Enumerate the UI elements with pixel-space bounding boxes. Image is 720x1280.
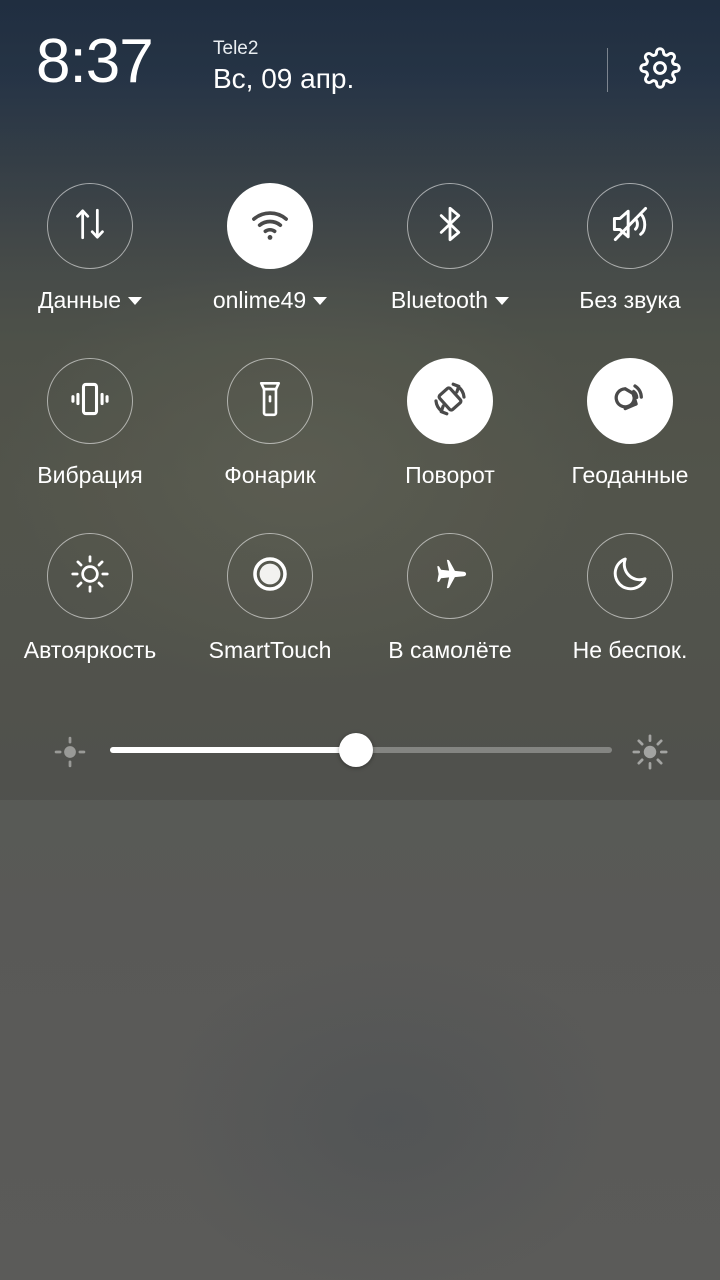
tile-icon-circle <box>47 358 133 444</box>
tile-mute[interactable]: Без звука <box>540 176 720 351</box>
tile-icon-circle <box>407 358 493 444</box>
bluetooth-icon <box>429 203 471 250</box>
tile-label: Вибрация <box>37 462 143 488</box>
tile-icon-circle <box>587 183 673 269</box>
brightness-low-icon <box>48 730 92 774</box>
tile-label-row: Автояркость <box>24 638 157 662</box>
tile-label-row: В самолёте <box>388 638 511 662</box>
tile-label: Поворот <box>405 462 495 488</box>
tile-label-row: SmartTouch <box>209 638 332 662</box>
volume-mute-icon <box>608 202 652 251</box>
tile-location[interactable]: Геоданные <box>540 351 720 526</box>
smarttouch-icon <box>245 549 295 604</box>
brightness-slider-thumb[interactable] <box>338 733 373 767</box>
brightness-slider-fill <box>110 747 356 753</box>
tile-label-row: Поворот <box>405 463 495 487</box>
tile-vibration[interactable]: Вибрация <box>0 351 180 526</box>
quick-settings-grid: Данные onlime49 Bluetooth Без звука Вибр… <box>0 176 720 701</box>
wifi-icon <box>247 201 293 252</box>
status-header: 8:37 Tele2 Вс, 09 апр. <box>0 0 720 132</box>
screen-rotation-icon <box>426 375 474 428</box>
tile-row: Автояркость SmartTouch В самолёте Не бес… <box>0 526 720 701</box>
location-icon <box>607 376 653 427</box>
tile-label: Фонарик <box>224 462 316 488</box>
tile-label-row: Bluetooth <box>390 287 510 313</box>
tile-bluetooth[interactable]: Bluetooth <box>360 176 540 351</box>
brightness-high-icon <box>628 730 672 774</box>
tile-row: Данные onlime49 Bluetooth Без звука <box>0 176 720 351</box>
tile-label-row: Фонарик <box>224 463 315 487</box>
tile-label-row: Вибрация <box>37 463 142 487</box>
chevron-down-icon[interactable] <box>128 297 143 305</box>
tile-label-row: onlime49 <box>212 287 328 313</box>
tile-label-row: Без звука <box>579 288 680 312</box>
tile-icon-circle <box>407 533 493 619</box>
tile-mobile-data[interactable]: Данные <box>0 176 180 351</box>
tile-label: Bluetooth <box>390 287 489 313</box>
tile-label-row: Данные <box>37 287 143 313</box>
tile-icon-circle <box>587 533 673 619</box>
tile-icon-circle <box>587 358 673 444</box>
current-date: Вс, 09 апр. <box>213 63 355 94</box>
header-divider <box>607 48 608 92</box>
tile-label-row: Не беспок. <box>573 638 688 662</box>
tile-icon-circle <box>227 358 313 444</box>
brightness-slider[interactable] <box>110 733 612 767</box>
vibration-icon <box>67 376 113 427</box>
tile-label: SmartTouch <box>208 637 332 663</box>
moon-icon <box>608 552 652 601</box>
carrier-name: Tele2 <box>213 38 259 59</box>
tile-wifi[interactable]: onlime49 <box>180 176 360 351</box>
brightness-auto-icon <box>68 552 112 601</box>
gear-icon <box>639 46 681 94</box>
notification-shade: 8:37 Tele2 Вс, 09 апр. Данные onlime49 B… <box>0 0 720 1280</box>
tile-label: Автояркость <box>23 637 157 663</box>
tile-label-row: Геоданные <box>572 463 689 487</box>
tile-flashlight[interactable]: Фонарик <box>180 351 360 526</box>
tile-label: Геоданные <box>571 462 689 488</box>
tile-label: onlime49 <box>212 287 307 313</box>
tile-auto-rotate[interactable]: Поворот <box>360 351 540 526</box>
tile-icon-circle <box>47 183 133 269</box>
clock-time: 8:37 <box>36 27 154 96</box>
tile-icon-circle <box>227 533 313 619</box>
airplane-icon <box>429 553 471 600</box>
tile-smart-touch[interactable]: SmartTouch <box>180 526 360 701</box>
tile-do-not-disturb[interactable]: Не беспок. <box>540 526 720 701</box>
tile-label: Не беспок. <box>572 637 688 663</box>
flashlight-icon <box>249 378 291 425</box>
chevron-down-icon[interactable] <box>495 297 510 305</box>
chevron-down-icon[interactable] <box>313 297 328 305</box>
tile-icon-circle <box>47 533 133 619</box>
tile-label: Без звука <box>579 287 681 313</box>
data-transfer-icon <box>68 202 112 251</box>
tile-row: Вибрация Фонарик Поворот Геоданные <box>0 351 720 526</box>
tile-label: Данные <box>37 287 122 313</box>
tile-auto-brightness[interactable]: Автояркость <box>0 526 180 701</box>
tile-icon-circle <box>227 183 313 269</box>
tile-airplane-mode[interactable]: В самолёте <box>360 526 540 701</box>
tile-label: В самолёте <box>388 637 512 663</box>
tile-icon-circle <box>407 183 493 269</box>
settings-button[interactable] <box>634 44 686 96</box>
